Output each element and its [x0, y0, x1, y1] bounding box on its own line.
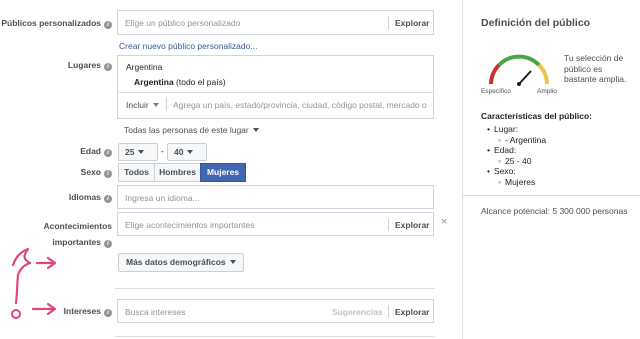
characteristic-gender: Sexo:: [487, 166, 516, 177]
info-icon[interactable]: i: [104, 63, 112, 71]
chevron-down-icon: [229, 260, 236, 264]
create-custom-audience-link[interactable]: Crear nuevo público personalizado...: [119, 41, 257, 51]
more-demographics-button[interactable]: Más datos demográficos: [118, 253, 244, 272]
languages-label: Idiomas i: [69, 192, 112, 203]
gender-label: Sexo i: [81, 167, 112, 178]
chevron-down-icon: [252, 128, 259, 132]
chevron-down-icon: [138, 150, 145, 154]
info-icon[interactable]: i: [104, 240, 112, 248]
custom-audiences-input[interactable]: Elige un público personalizado: [125, 18, 240, 28]
location-country-header: Argentina: [126, 62, 163, 72]
suggestions-button[interactable]: Sugerencias: [332, 307, 383, 317]
bottom-divider: [115, 336, 435, 337]
divider: [118, 92, 433, 93]
info-icon[interactable]: i: [104, 195, 112, 203]
include-dropdown[interactable]: Incluir: [126, 100, 159, 110]
interests-input[interactable]: Busca intereses: [125, 307, 185, 317]
age-max-select[interactable]: 40: [167, 143, 207, 161]
life-events-label-line1: Acontecimientos: [43, 221, 113, 231]
life-events-input[interactable]: Elige acontecimientos importantes: [125, 220, 254, 230]
chevron-down-icon: [152, 103, 159, 107]
gauge-specific-label: Específico: [481, 88, 511, 95]
gender-option-all[interactable]: Todos: [118, 163, 155, 182]
separator: [388, 16, 389, 30]
remove-life-events-icon[interactable]: ×: [441, 216, 447, 228]
characteristic-location-value: - Argentina: [498, 135, 546, 146]
audience-gauge-icon: [489, 54, 549, 86]
gauge-broad-label: Amplio: [537, 88, 557, 95]
age-range-dash: -: [161, 146, 164, 156]
info-icon[interactable]: i: [104, 149, 112, 157]
custom-audiences-label: Públicos personalizados i: [1, 18, 112, 29]
characteristics-title: Características del público:: [481, 111, 593, 121]
characteristic-location: Lugar:: [487, 124, 518, 135]
life-events-field[interactable]: Elige acontecimientos importantes Explor…: [117, 212, 434, 236]
browse-life-events-button[interactable]: Explorar: [395, 220, 430, 230]
characteristic-gender-value: Mujeres: [498, 177, 535, 188]
potential-reach: Alcance potencial: 5 300 000 personas: [481, 206, 628, 216]
panel-title: Definición del público: [481, 17, 591, 29]
annotation-arrow-upper: [35, 256, 57, 270]
info-icon[interactable]: i: [104, 170, 112, 178]
annotation-circle: [11, 309, 21, 319]
locations-label: Lugares i: [68, 60, 112, 71]
age-label: Edad i: [80, 146, 112, 157]
selected-location-scope: (todo el país): [173, 77, 226, 87]
panel-divider: [463, 195, 640, 196]
gender-option-women[interactable]: Mujeres: [200, 163, 246, 182]
interests-field[interactable]: Busca intereses Sugerencias Explorar: [117, 299, 434, 323]
annotation-arrow-lower: [31, 302, 57, 316]
gauge-description: Tu selección de público es bastante ampl…: [564, 53, 627, 84]
audience-definition-panel: Definición del público Específico Amplio…: [462, 0, 640, 339]
selected-location[interactable]: Argentina (todo el país): [134, 77, 226, 87]
selected-location-name: Argentina: [134, 77, 174, 87]
info-icon[interactable]: i: [104, 309, 112, 317]
browse-interests-button[interactable]: Explorar: [395, 307, 430, 317]
locations-box: Argentina Argentina (todo el país) Inclu…: [117, 55, 434, 119]
annotation-marks: [11, 247, 57, 319]
languages-input[interactable]: Ingresa un idioma...: [125, 193, 200, 203]
age-min-select[interactable]: 25: [118, 143, 158, 161]
section-divider: [115, 288, 435, 289]
separator: [388, 305, 389, 318]
interests-label: Intereses i: [64, 306, 112, 317]
separator: [388, 218, 389, 231]
languages-field[interactable]: Ingresa un idioma...: [117, 185, 434, 209]
custom-audiences-field[interactable]: Elige un público personalizado Explorar: [117, 10, 434, 35]
separator: [166, 97, 167, 111]
people-in-location-dropdown[interactable]: Todas las personas de este lugar: [124, 125, 259, 135]
characteristic-age: Edad:: [487, 145, 516, 156]
characteristic-age-value: 25 - 40: [498, 156, 532, 167]
location-search-input[interactable]: Agrega un país, estado/provincia, ciudad…: [173, 100, 428, 110]
info-icon[interactable]: i: [104, 21, 112, 29]
chevron-down-icon: [187, 150, 194, 154]
gender-option-men[interactable]: Hombres: [154, 163, 201, 182]
browse-custom-audiences-button[interactable]: Explorar: [395, 18, 430, 28]
annotation-pointer-shape: [11, 247, 32, 305]
